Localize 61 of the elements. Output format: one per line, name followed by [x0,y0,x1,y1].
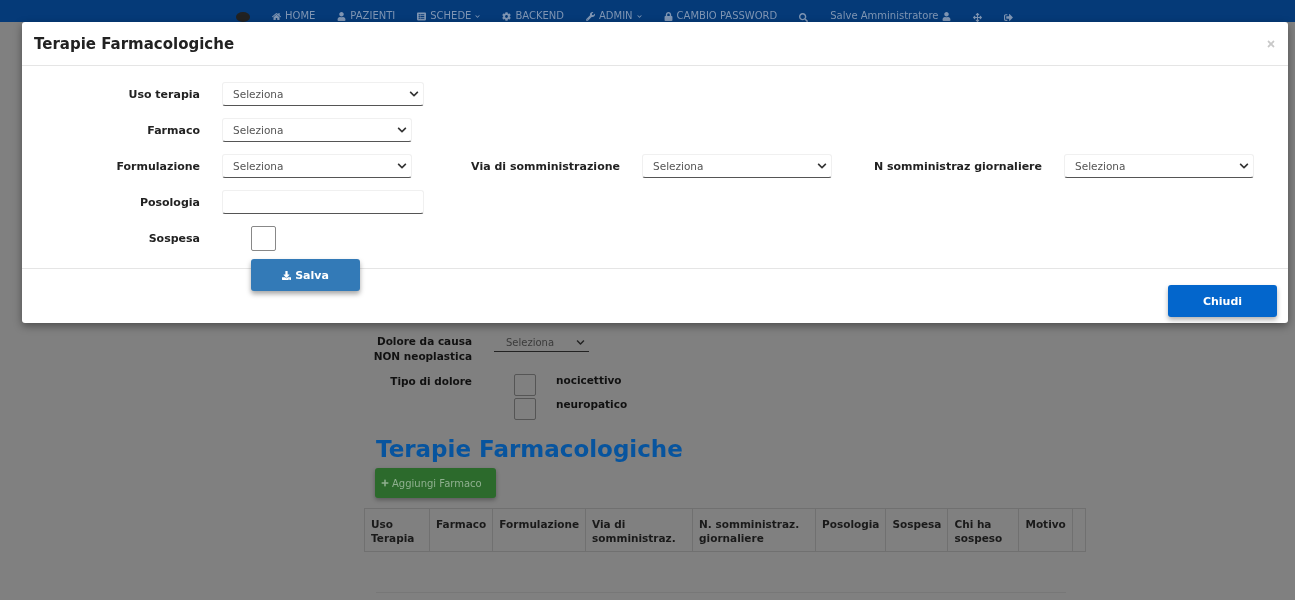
select-field[interactable]: Seleziona [222,154,412,178]
chevron-down-icon [409,89,419,99]
column-header: Formulazione [492,508,586,552]
chevron-down-icon [397,161,407,171]
checkbox[interactable] [251,225,276,251]
nav-link[interactable]: Salve Amministratore [830,10,952,22]
field-label: Posologia [138,195,201,209]
checkbox[interactable] [514,374,536,396]
chevron-down-icon [576,338,585,347]
home-icon [272,11,281,21]
user-icon [337,11,347,21]
chevron-down-icon [397,125,407,135]
column-header: Via di somministraz. [585,508,693,552]
input-field[interactable] [222,190,424,214]
nav-link[interactable]: CAMBIO PASSWORD [663,10,778,22]
field-label: Uso terapia [127,87,201,101]
nav-link[interactable]: BACKEND [502,10,564,22]
select-field[interactable]: Seleziona [222,118,412,142]
close-button[interactable]: Chiudi [1168,285,1277,317]
gear-icon [502,11,512,21]
nav-link[interactable]: ADMIN [586,10,642,22]
column-header: Sospesa [885,508,948,552]
field-label: Sospesa [147,231,201,245]
nav-link[interactable]: SCHEDE [417,10,481,22]
column-header: Chi ha sospeso [947,508,1019,552]
field-label: N somministraz giornaliere [872,159,1043,173]
checkbox-label: nocicettivo [556,374,622,386]
checkbox-label: neuropatico [556,398,628,410]
nav-link[interactable]: PAZIENTI [337,10,396,22]
logo-icon [236,12,250,22]
select-field[interactable]: Seleziona [222,82,424,106]
column-header: N. somministraz. giornaliere [692,508,816,552]
move-icon[interactable] [973,13,983,22]
select-field[interactable]: Seleziona [642,154,832,178]
field-label: Farmaco [146,123,201,137]
plus-icon [381,479,389,487]
user-icon [942,11,952,21]
list-icon [417,11,427,21]
lock-icon [663,11,673,21]
section-heading: Terapie Farmacologiche [376,436,684,462]
download-icon [282,270,292,280]
column-header: Uso Terapia [364,508,430,552]
field-label: Dolore da causa NON neoplastica [372,334,472,364]
modal-title: Terapie Farmacologiche [34,34,235,53]
select-field[interactable]: Seleziona [494,334,589,352]
column-header: Farmaco [429,508,493,552]
wrench-icon [586,11,595,21]
logout-icon[interactable] [1004,13,1014,22]
field-label: Tipo di dolore [389,374,472,389]
field-label: Via di somministrazione [470,159,621,173]
chevron-down-icon [1239,161,1249,171]
select-field[interactable]: Seleziona [1064,154,1254,178]
column-header: Posologia [815,508,886,552]
add-button[interactable]: Aggiungi Farmaco [375,468,496,498]
search-icon[interactable] [799,13,809,22]
checkbox[interactable] [514,398,536,420]
chevron-down-icon [817,161,827,171]
field-label: Formulazione [115,159,201,173]
save-button[interactable]: Salva [251,259,360,291]
column-header: Motivo [1018,508,1073,552]
nav-link[interactable]: HOME [272,10,316,22]
